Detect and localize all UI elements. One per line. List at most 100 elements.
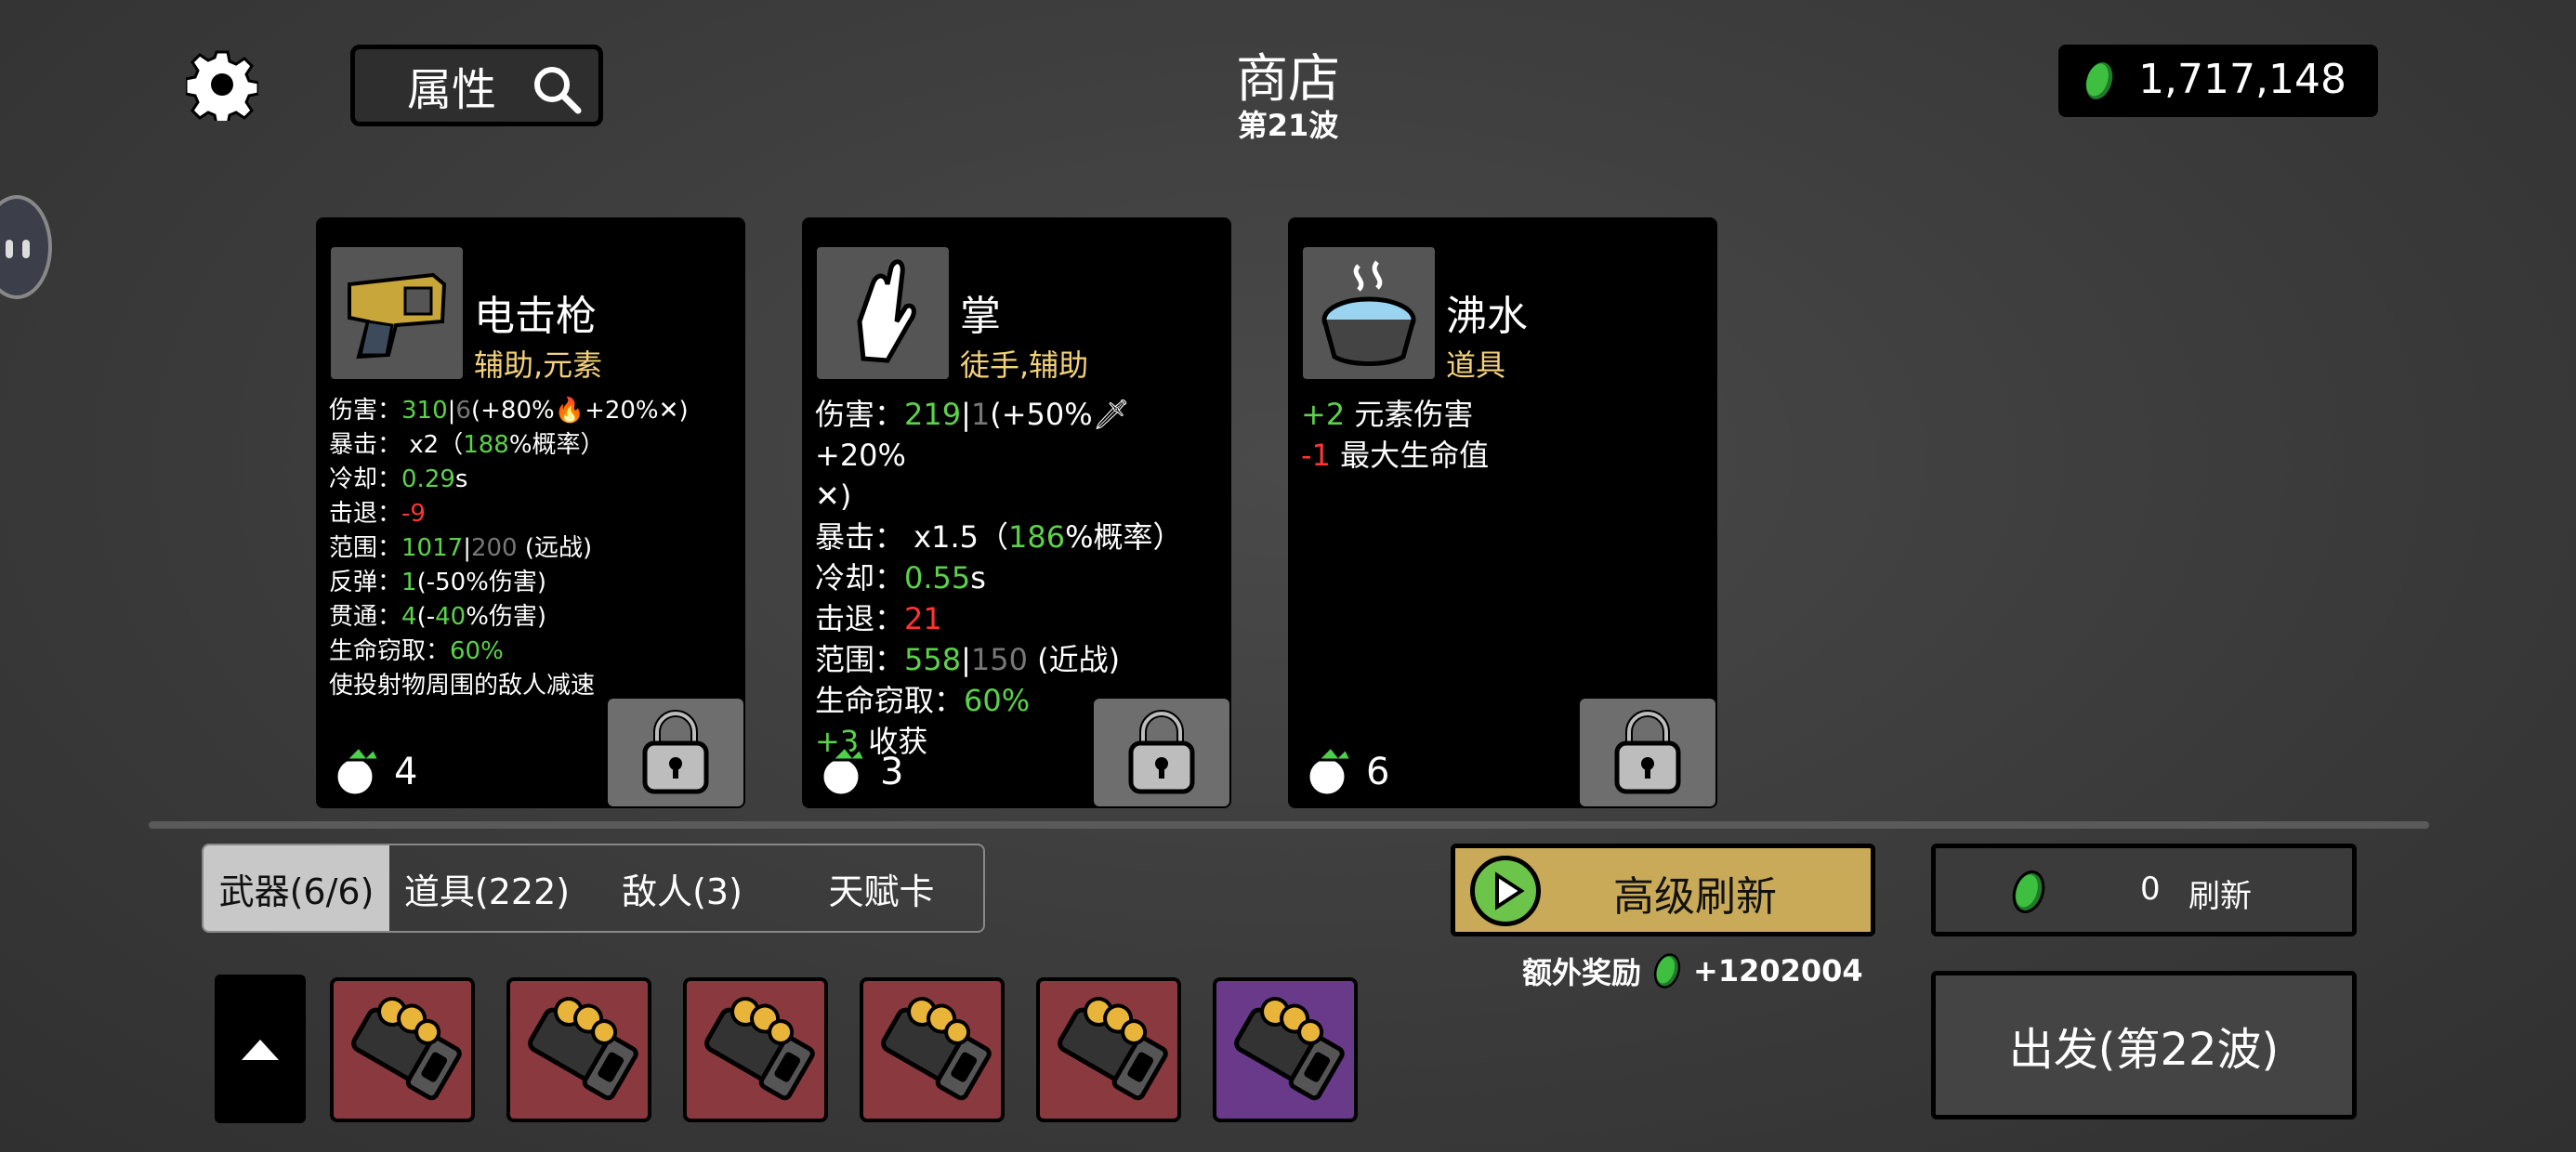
stat-segment: 1 [401, 569, 417, 596]
stat-segment: 冷却： [815, 560, 905, 596]
advanced-refresh-button[interactable]: 高级刷新 [1451, 844, 1875, 936]
stat-line: 击退：21 [815, 598, 1220, 639]
settings-gear-icon[interactable] [186, 48, 258, 121]
stat-segment: +20% [585, 397, 659, 425]
item-thumb [1303, 247, 1435, 379]
stat-segment: 21 [904, 601, 942, 636]
bonus-reward: 额外奖励 +1202004 [1522, 949, 1863, 992]
stat-segment: 6 [455, 397, 471, 425]
lock-icon [642, 710, 709, 794]
coin-icon [2012, 871, 2045, 913]
stat-segment: -9 [401, 500, 426, 528]
inventory-slot[interactable] [683, 977, 828, 1122]
expand-inventory-button[interactable] [215, 975, 306, 1123]
shop-card-1[interactable]: 电击枪 辅助,元素 伤害：310|6(+80%🔥+20%✕) 暴击： x2（188… [316, 217, 745, 808]
tab-enemies[interactable]: 敌人(3) [585, 845, 780, 931]
shop-card-3[interactable]: 沸水 道具 +2 元素伤害 -1 最大生命值 6 [1288, 217, 1717, 808]
item-tags: 辅助,元素 [474, 347, 603, 383]
tab-weapons[interactable]: 武器(6/6) [204, 845, 389, 931]
stat-segment: 🗡 [1092, 397, 1131, 432]
stat-segment: (+50% [990, 397, 1093, 432]
harvest-icon [335, 744, 382, 797]
inventory-slot[interactable] [860, 977, 1005, 1122]
inventory-slot[interactable] [330, 977, 475, 1122]
stat-segment: 最大生命值 [1330, 438, 1490, 473]
stat-segment: 60% [964, 683, 1031, 718]
lock-icon [1614, 710, 1681, 794]
lock-button[interactable] [1094, 699, 1229, 806]
stat-segment: ✕ [815, 478, 840, 514]
stat-line: 范围：558|150 (近战) [815, 639, 1220, 680]
harvest-icon [1307, 744, 1354, 797]
attributes-label: 属性 [407, 64, 497, 116]
palm-icon [857, 259, 916, 363]
stat-segment: %概率） [508, 431, 605, 459]
item-count: 3 [880, 751, 904, 793]
item-thumb [817, 247, 949, 379]
stat-line: 范围：1017|200 (远战) [329, 531, 734, 566]
stat-line: -1 最大生命值 [1301, 435, 1706, 476]
stat-line: 暴击： x1.5（186%概率） [815, 517, 1220, 557]
divider [149, 821, 2429, 829]
lock-button[interactable] [608, 699, 743, 806]
stat-segment: 150 [970, 642, 1028, 677]
weapon-launcher-icon [1058, 997, 1168, 1101]
weapon-launcher-icon [881, 997, 992, 1101]
inventory-slot[interactable] [506, 977, 651, 1122]
stat-segment: s [970, 560, 986, 596]
tab-talents[interactable]: 天赋卡 [780, 845, 983, 931]
stat-segment: +20% [815, 438, 906, 473]
arrow-up-icon [242, 1040, 279, 1060]
play-ad-icon [1470, 856, 1541, 926]
item-count: 4 [394, 751, 418, 793]
stat-segment: 击退： [815, 601, 905, 636]
stat-line: +2 元素伤害 [1301, 394, 1706, 435]
stat-segment: -1 [1301, 438, 1331, 473]
stat-line: 伤害：219|1(+50%🗡 +20% [815, 394, 1220, 476]
item-name: 电击枪 [474, 293, 597, 340]
lock-button[interactable] [1580, 699, 1715, 806]
item-name: 掌 [960, 293, 1001, 340]
stat-segment: 558 [904, 642, 962, 677]
handle-eye-right [22, 240, 30, 258]
shop-card-2[interactable]: 掌 徒手,辅助 伤害：219|1(+50%🗡+20% ✕) 暴击： x1.5（186… [802, 217, 1231, 808]
inventory-slot[interactable] [1036, 977, 1181, 1122]
stat-segment: 生命窃取： [815, 683, 965, 718]
stat-segment: 伤害： [329, 397, 402, 425]
stat-line: 暴击： x2（188%概率） [329, 428, 734, 463]
stat-segment: 暴击： x2（ [329, 431, 464, 459]
stat-segment: 🔥 [554, 397, 585, 425]
stat-segment: 1017 [401, 534, 464, 562]
currency-amount: 1,717,148 [2138, 56, 2346, 103]
stat-segment: 188 [463, 431, 509, 459]
stat-segment: 反弹： [329, 569, 402, 596]
side-menu-handle[interactable] [0, 195, 52, 299]
item-stats: 伤害：310|6(+80%🔥+20%✕) 暴击： x2（188%概率） 冷却：0.2… [329, 394, 734, 703]
weapon-launcher-icon [528, 997, 638, 1101]
item-name: 沸水 [1446, 293, 1528, 340]
tab-items[interactable]: 道具(222) [389, 845, 585, 931]
stat-segment: 元素伤害 [1345, 397, 1474, 432]
page-title: 商店 [1236, 49, 1340, 110]
boiling-pot-icon [1321, 260, 1416, 366]
start-wave-button[interactable]: 出发(第22波) [1931, 971, 2357, 1119]
attributes-button[interactable]: 属性 [350, 45, 603, 126]
inventory-tabs: 武器(6/6) 道具(222) 敌人(3) 天赋卡 [202, 844, 985, 933]
stat-segment: ✕ [658, 397, 679, 425]
stat-segment: ) [678, 397, 689, 425]
stat-segment: | [463, 534, 471, 562]
weapon-launcher-icon [351, 997, 462, 1101]
refresh-button[interactable]: 0 刷新 [1931, 844, 2357, 936]
inventory-slot[interactable] [1213, 977, 1358, 1122]
stat-segment: 60% [450, 637, 504, 665]
bonus-value: +1202004 [1693, 953, 1863, 988]
stat-segment: 0.29 [401, 465, 455, 493]
handle-eye-left [6, 240, 13, 258]
stat-segment: 范围： [329, 534, 402, 562]
advanced-refresh-label: 高级刷新 [1613, 873, 1777, 921]
item-count: 6 [1366, 751, 1390, 793]
currency-display: 1,717,148 [2058, 45, 2378, 117]
stat-segment: 冷却： [329, 465, 402, 493]
stat-segment: 4 [401, 603, 417, 631]
coin-icon [1653, 953, 1681, 988]
